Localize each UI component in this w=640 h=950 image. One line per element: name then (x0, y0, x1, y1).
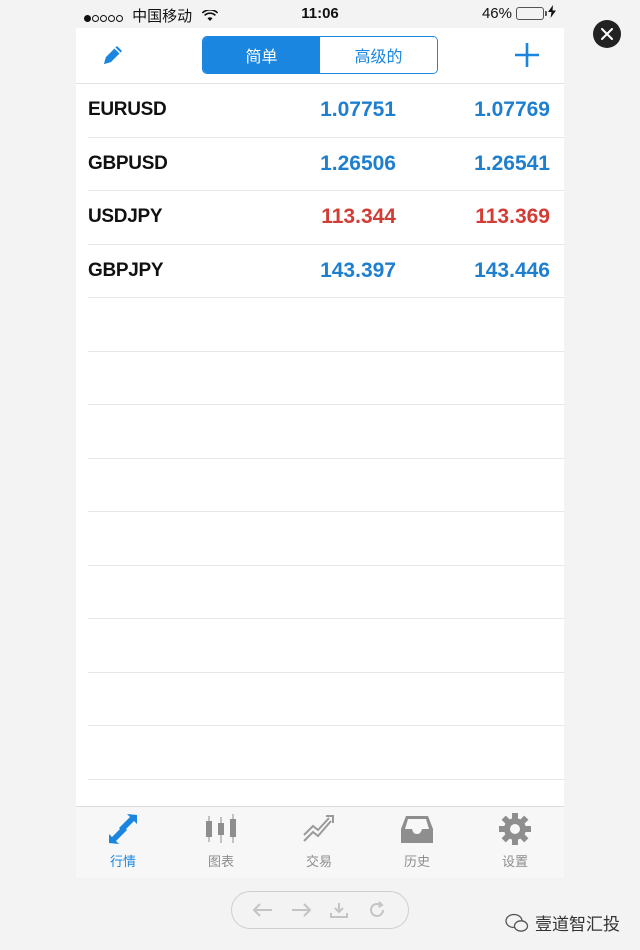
charging-bolt-icon (548, 5, 556, 22)
view-mode-segmented-control: 简单 高级的 (202, 36, 438, 74)
tab-label: 历史 (403, 855, 430, 870)
download-icon[interactable] (327, 898, 351, 922)
tab-trade[interactable]: 交易 (279, 813, 359, 870)
quote-bid: 1.26506 (320, 151, 396, 175)
quote-bid: 113.344 (321, 205, 396, 228)
empty-row (88, 726, 564, 780)
empty-row (88, 512, 564, 566)
tab-label: 交易 (305, 855, 332, 870)
nav-bar: 简单 高级的 (76, 28, 564, 84)
empty-row (88, 405, 564, 459)
quote-symbol: USDJPY (88, 206, 163, 227)
battery-icon (516, 7, 547, 20)
quote-row[interactable]: GBPJPY 143.397 143.446 (88, 245, 564, 298)
bottom-tab-bar: 行情 图表 交易 历史 设置 (76, 806, 564, 878)
refresh-icon[interactable] (365, 898, 389, 922)
quote-ask: 1.26541 (474, 151, 550, 175)
quote-row[interactable]: USDJPY 113.344 113.369 (88, 191, 564, 245)
status-bar: 中国移动 11:06 46% (76, 0, 564, 28)
tab-label: 图表 (207, 855, 234, 870)
segment-simple[interactable]: 简单 (203, 37, 320, 73)
add-icon[interactable] (512, 40, 542, 70)
tab-label: 行情 (109, 855, 136, 870)
empty-row (88, 298, 564, 352)
empty-row (88, 459, 564, 512)
tab-quotes[interactable]: 行情 (83, 813, 163, 870)
edit-pencil-icon[interactable] (98, 40, 128, 70)
quote-bid: 1.07751 (320, 98, 396, 121)
quotes-arrows-icon (109, 814, 137, 844)
quote-ask: 143.446 (474, 258, 550, 282)
close-icon[interactable] (593, 20, 621, 48)
quote-row[interactable]: EURUSD 1.07751 1.07769 (88, 84, 564, 138)
empty-row (88, 566, 564, 619)
watermark: 壹道智汇投 (505, 910, 620, 935)
screenshot-frame: 中国移动 11:06 46% 简单 高级的 EURUSD 1.07751 1.0… (0, 0, 640, 950)
browser-nav-pill (231, 891, 409, 929)
quote-ask: 1.07769 (474, 98, 550, 121)
back-arrow-icon[interactable] (251, 898, 275, 922)
tab-charts[interactable]: 图表 (181, 813, 261, 870)
candlestick-chart-icon (206, 814, 236, 843)
battery-percent: 46% (481, 5, 512, 22)
history-inbox-icon (401, 816, 433, 843)
quotes-list: EURUSD 1.07751 1.07769 GBPUSD 1.26506 1.… (88, 84, 564, 780)
battery-area: 46% (482, 5, 556, 22)
tab-history[interactable]: 历史 (377, 813, 457, 870)
quote-symbol: EURUSD (88, 99, 167, 120)
wechat-logo-icon (505, 913, 529, 932)
empty-row (88, 673, 564, 726)
empty-row (88, 352, 564, 405)
quote-ask: 113.369 (475, 205, 550, 228)
empty-row (88, 619, 564, 673)
trade-trend-icon (303, 815, 334, 842)
quote-symbol: GBPJPY (88, 259, 164, 281)
quote-row[interactable]: GBPUSD 1.26506 1.26541 (88, 138, 564, 191)
watermark-text: 壹道智汇投 (535, 915, 620, 935)
forward-arrow-icon[interactable] (289, 898, 313, 922)
tab-label: 设置 (501, 855, 528, 870)
segment-advanced[interactable]: 高级的 (320, 37, 437, 73)
quote-bid: 143.397 (320, 258, 396, 282)
tab-settings[interactable]: 设置 (475, 813, 555, 870)
quotes-screen: 简单 高级的 EURUSD 1.07751 1.07769 GBPUSD 1.2… (76, 28, 564, 806)
quote-symbol: GBPUSD (88, 152, 168, 174)
gear-icon (499, 813, 531, 845)
